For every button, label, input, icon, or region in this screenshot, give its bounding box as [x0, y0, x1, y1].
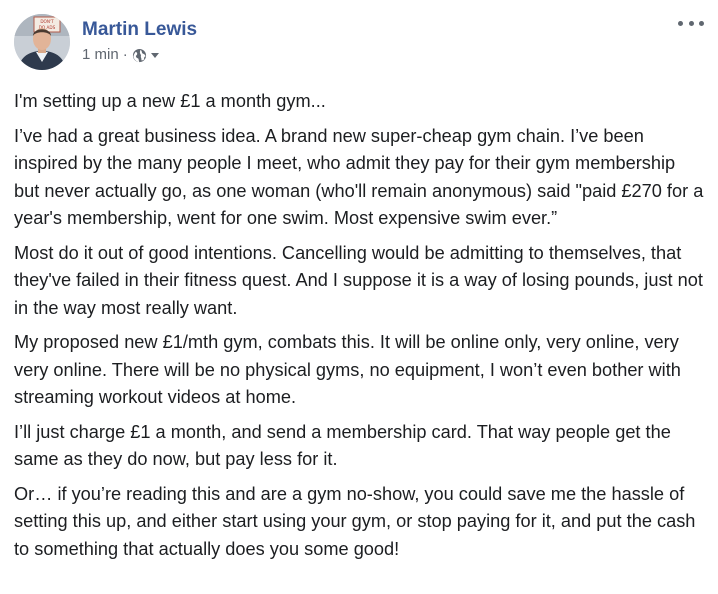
post-meta: Martin Lewis 1 min ·	[82, 14, 197, 64]
more-dot	[699, 20, 704, 26]
author-name[interactable]: Martin Lewis	[82, 18, 197, 42]
audience-selector[interactable]	[132, 48, 160, 63]
post-paragraph-3: Most do it out of good intentions. Cance…	[14, 242, 703, 318]
post-card: DON'T DO ADS Martin Lewis 1 min · I'm se…	[0, 0, 718, 594]
avatar[interactable]: DON'T DO ADS	[14, 14, 70, 70]
post-paragraph-1: I'm setting up a new £1 a month gym...	[14, 91, 326, 111]
post-paragraph-6: Or… if you’re reading this and are a gym…	[14, 483, 696, 559]
post-paragraph-2: I’ve had a great business idea. A brand …	[14, 125, 704, 229]
post-subline: 1 min ·	[82, 46, 197, 64]
post-body: I'm setting up a new £1 a month gym... I…	[14, 88, 704, 570]
post-header: DON'T DO ADS Martin Lewis 1 min ·	[14, 14, 197, 72]
more-dot	[678, 20, 683, 26]
globe-icon	[132, 48, 146, 62]
post-paragraph-5: I’ll just charge £1 a month, and send a …	[14, 421, 671, 470]
svg-text:DON'T: DON'T	[40, 19, 54, 24]
chevron-down-icon	[150, 53, 159, 58]
separator-dot: ·	[122, 46, 128, 63]
post-timestamp[interactable]: 1 min	[82, 46, 119, 64]
more-dot	[688, 20, 694, 26]
post-paragraph-4: My proposed new £1/mth gym, combats this…	[14, 332, 681, 407]
avatar-photo: DON'T DO ADS	[14, 14, 70, 70]
more-options-icon[interactable]	[678, 16, 704, 30]
